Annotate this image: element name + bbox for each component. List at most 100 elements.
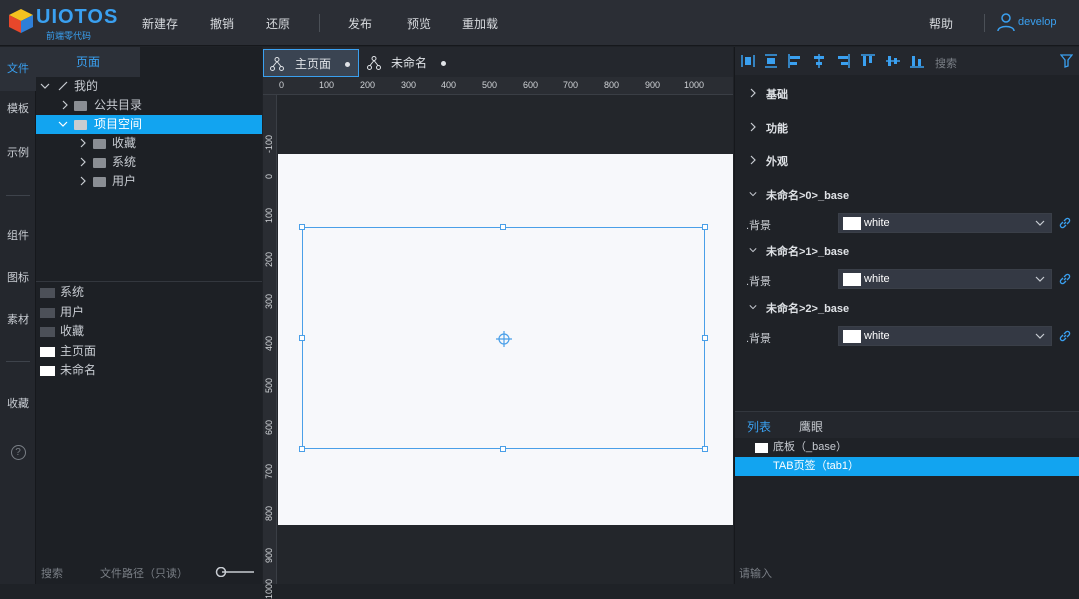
resize-handle[interactable] bbox=[702, 446, 708, 452]
reload-button[interactable]: 重加载 bbox=[462, 15, 498, 32]
tree-item-system[interactable]: 系统 bbox=[36, 153, 262, 172]
link-icon[interactable] bbox=[1058, 216, 1072, 230]
section-basic[interactable]: 基础 bbox=[735, 83, 1079, 103]
group-header[interactable]: 未命名>0>_base bbox=[735, 184, 1079, 204]
list-tabs: 列表 鹰眼 bbox=[735, 411, 1079, 438]
distribute-v-icon[interactable] bbox=[764, 54, 778, 68]
section-label: 功能 bbox=[766, 123, 788, 135]
chevron-right-icon[interactable] bbox=[78, 138, 88, 148]
chevron-right-icon[interactable] bbox=[78, 157, 88, 167]
list-item[interactable]: 主页面 bbox=[36, 342, 262, 362]
tree-item-project-space[interactable]: 项目空间 bbox=[36, 115, 262, 134]
ruler-tick: 100 bbox=[264, 207, 274, 223]
tab-main-page[interactable]: 主页面 bbox=[263, 49, 359, 77]
folder-icon bbox=[40, 327, 55, 337]
color-swatch bbox=[843, 217, 861, 230]
list-item[interactable]: 用户 bbox=[36, 303, 262, 323]
property-search-input[interactable]: 搜索 bbox=[935, 55, 957, 71]
nav-example[interactable]: 示例 bbox=[0, 144, 36, 160]
resize-handle[interactable] bbox=[702, 224, 708, 230]
nav-template[interactable]: 模板 bbox=[0, 100, 36, 116]
tab-untitled[interactable]: 未命名 bbox=[361, 49, 453, 77]
new-save-button[interactable]: 新建存 bbox=[142, 15, 178, 32]
align-top-icon[interactable] bbox=[861, 54, 875, 68]
tab-label: 未命名 bbox=[391, 56, 428, 70]
select-value: white bbox=[864, 273, 890, 285]
chevron-down-icon[interactable] bbox=[58, 119, 68, 129]
design-canvas[interactable]: 0 100 200 300 400 500 600 700 800 900 10… bbox=[263, 77, 733, 599]
resize-handle[interactable] bbox=[500, 224, 506, 230]
list-item[interactable]: 底板（_base） bbox=[735, 438, 1079, 457]
nav-icon[interactable]: 图标 bbox=[0, 269, 36, 285]
resize-handle[interactable] bbox=[500, 446, 506, 452]
nav-file[interactable]: 文件 bbox=[0, 47, 36, 91]
background-select[interactable]: white bbox=[838, 213, 1052, 233]
filter-icon[interactable] bbox=[1060, 54, 1073, 68]
distribute-h-icon[interactable] bbox=[741, 54, 755, 68]
crosshair-icon[interactable] bbox=[496, 331, 512, 347]
user-icon[interactable] bbox=[996, 12, 1016, 32]
selected-component[interactable] bbox=[299, 224, 708, 452]
tab-eagle-eye[interactable]: 鹰眼 bbox=[799, 418, 823, 435]
align-middle-icon[interactable] bbox=[886, 54, 900, 68]
undo-button[interactable]: 撤销 bbox=[210, 15, 234, 32]
chevron-right-icon[interactable] bbox=[78, 176, 88, 186]
logo-text: UIOTOS bbox=[36, 6, 119, 28]
nav-component[interactable]: 组件 bbox=[0, 227, 36, 243]
list-item[interactable]: 未命名 bbox=[36, 361, 262, 381]
section-appearance[interactable]: 外观 bbox=[735, 150, 1079, 170]
align-right-icon[interactable] bbox=[836, 54, 850, 68]
toolbar-divider-2 bbox=[984, 14, 985, 32]
chevron-right-icon[interactable] bbox=[60, 100, 70, 110]
nav-material[interactable]: 素材 bbox=[0, 311, 36, 327]
logo-subtitle: 前端零代码 bbox=[46, 31, 92, 41]
tree-item-user[interactable]: 用户 bbox=[36, 172, 262, 191]
tree-item-mine[interactable]: 我的 bbox=[36, 77, 262, 96]
tree-label: 我的 bbox=[74, 79, 99, 93]
background-select[interactable]: white bbox=[838, 269, 1052, 289]
ruler-tick: 300 bbox=[401, 80, 417, 90]
tree-item-public[interactable]: 公共目录 bbox=[36, 96, 262, 115]
toggle-switch[interactable] bbox=[214, 567, 254, 577]
background-select[interactable]: white bbox=[838, 326, 1052, 346]
tab-pages[interactable]: 页面 bbox=[36, 47, 140, 77]
folder-icon bbox=[40, 307, 55, 318]
ruler-tick: 1000 bbox=[264, 578, 274, 599]
folder-icon bbox=[93, 139, 106, 149]
align-left-icon[interactable] bbox=[788, 54, 802, 68]
preview-button[interactable]: 预览 bbox=[407, 15, 431, 32]
unsaved-dot-icon bbox=[441, 61, 446, 66]
page-canvas[interactable] bbox=[278, 154, 733, 525]
redo-button[interactable]: 还原 bbox=[266, 15, 290, 32]
search-input[interactable]: 搜索 bbox=[41, 565, 63, 581]
help-icon[interactable]: ? bbox=[0, 445, 36, 460]
list-item[interactable]: 收藏 bbox=[36, 322, 262, 342]
link-icon[interactable] bbox=[1058, 272, 1072, 286]
list-filter-input[interactable]: 请输入 bbox=[739, 565, 772, 581]
resize-handle[interactable] bbox=[299, 446, 305, 452]
group-header[interactable]: 未命名>1>_base bbox=[735, 240, 1079, 260]
resize-handle[interactable] bbox=[299, 335, 305, 341]
help-button[interactable]: 帮助 bbox=[929, 15, 953, 32]
property-label: .背景 bbox=[746, 220, 772, 232]
resize-handle[interactable] bbox=[299, 224, 305, 230]
folder-icon bbox=[93, 158, 106, 168]
ruler-tick: 400 bbox=[441, 80, 457, 90]
list-item[interactable]: TAB页签（tab1） bbox=[735, 457, 1079, 476]
link-icon[interactable] bbox=[1058, 329, 1072, 343]
tab-list[interactable]: 列表 bbox=[747, 418, 771, 435]
group-header[interactable]: 未命名>2>_base bbox=[735, 297, 1079, 317]
chevron-down-icon[interactable] bbox=[40, 81, 50, 91]
resize-handle[interactable] bbox=[702, 335, 708, 341]
tree-item-favorites[interactable]: 收藏 bbox=[36, 134, 262, 153]
align-center-h-icon[interactable] bbox=[812, 54, 826, 68]
chevron-down-icon bbox=[1035, 276, 1045, 282]
section-function[interactable]: 功能 bbox=[735, 117, 1079, 137]
username[interactable]: develop bbox=[1018, 16, 1057, 28]
list-item[interactable]: 系统 bbox=[36, 283, 262, 303]
group-title: 未命名>2>_base bbox=[766, 303, 850, 315]
question-icon: ? bbox=[10, 445, 26, 460]
publish-button[interactable]: 发布 bbox=[348, 15, 372, 32]
align-bottom-icon[interactable] bbox=[910, 54, 924, 68]
nav-favorites[interactable]: 收藏 bbox=[0, 395, 36, 411]
